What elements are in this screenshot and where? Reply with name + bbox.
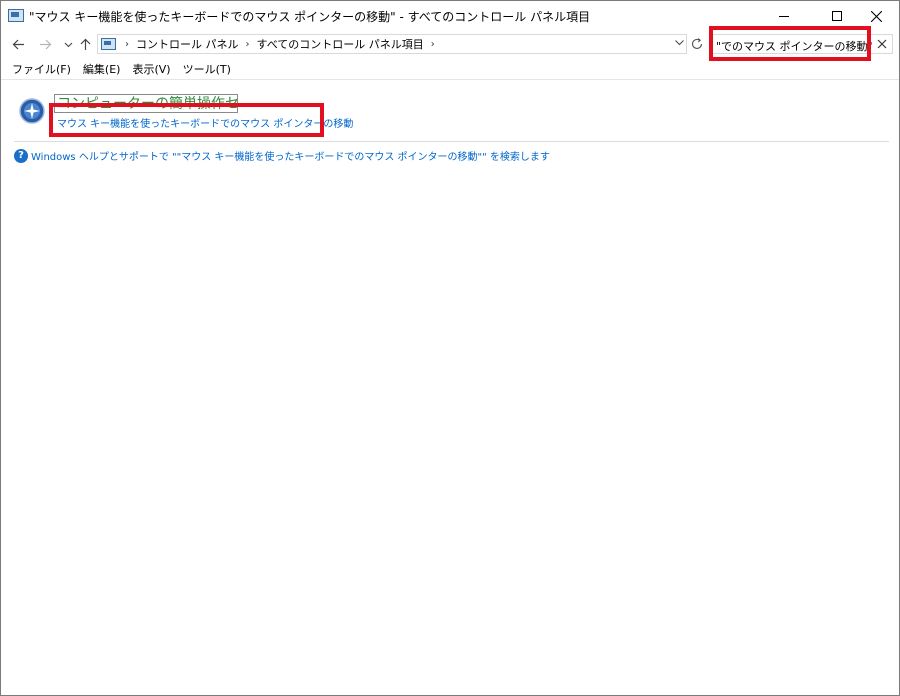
menu-view[interactable]: 表示(V) [127,60,175,78]
chevron-right-icon[interactable]: › [120,39,134,50]
address-bar[interactable]: › コントロール パネル › すべてのコントロール パネル項目 › [97,34,687,54]
refresh-icon[interactable] [690,37,704,51]
help-search-link[interactable]: Windows ヘルプとサポートで ""マウス キー機能を使ったキーボードでのマ… [31,148,550,163]
arrow-left-icon [12,39,24,49]
breadcrumb-control-panel[interactable]: コントロール パネル [134,36,241,52]
menu-tools[interactable]: ツール(T) [178,60,236,78]
minimize-icon [779,15,789,17]
chevron-right-icon[interactable]: › [241,39,255,50]
address-dropdown-button[interactable] [673,36,685,50]
chevron-right-icon[interactable]: › [426,39,440,50]
divider [14,141,889,142]
menu-edit[interactable]: 編集(E) [78,60,126,78]
search-highlight-box [709,26,871,61]
chevron-down-icon [64,42,72,47]
clear-icon[interactable] [876,38,888,50]
control-panel-icon [101,38,116,50]
up-button[interactable] [76,34,94,54]
maximize-icon [832,11,842,21]
divider [1,79,899,80]
menu-file[interactable]: ファイル(F) [7,60,76,78]
help-icon: ? [14,148,28,163]
ease-of-access-icon[interactable] [19,98,45,124]
link-highlight-box [49,103,324,137]
back-button[interactable] [9,34,27,54]
recent-locations-button[interactable] [59,34,77,54]
forward-button[interactable] [36,34,54,54]
window-title: "マウス キー機能を使ったキーボードでのマウス ポインターの移動" - すべての… [29,10,591,24]
breadcrumb-all-items[interactable]: すべてのコントロール パネル項目 [255,36,426,52]
chevron-down-icon [674,40,684,46]
control-panel-icon [8,9,24,22]
help-search-row: ? Windows ヘルプとサポートで ""マウス キー機能を使ったキーボードで… [14,148,550,163]
arrow-right-icon [39,39,51,49]
arrow-up-icon [80,38,90,50]
menu-bar: ファイル(F) 編集(E) 表示(V) ツール(T) [1,60,238,78]
close-icon [870,10,882,22]
